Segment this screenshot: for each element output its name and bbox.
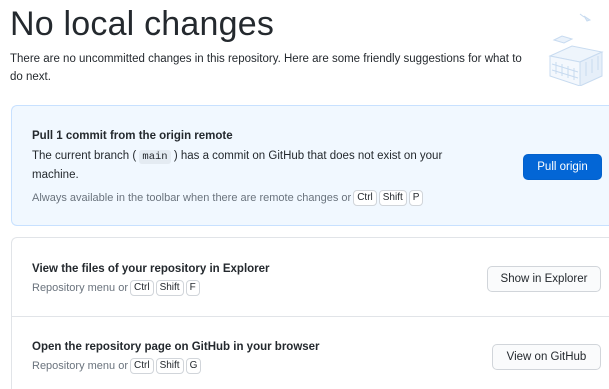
kbd-g: G (185, 358, 202, 374)
explorer-suggestion-row: View the files of your repository in Exp… (12, 238, 609, 317)
branch-name: main (139, 150, 171, 164)
pull-title: Pull 1 commit from the origin remote (32, 130, 233, 142)
kbd-p: P (408, 190, 424, 206)
blank-slate-illustration-icon (548, 13, 604, 86)
pull-origin-button[interactable]: Pull origin (523, 154, 602, 180)
github-shortcut-hint: Repository menu or Ctrl Shift G (32, 358, 202, 374)
explorer-shortcut-hint: Repository menu or Ctrl Shift F (32, 280, 200, 296)
show-in-explorer-button[interactable]: Show in Explorer (487, 266, 601, 292)
pull-suggestion-card: Pull 1 commit from the origin remote The… (11, 105, 609, 226)
suggestions-card: View the files of your repository in Exp… (11, 237, 609, 389)
explorer-hint-text: Repository menu or (32, 282, 128, 294)
kbd-shift: Shift (378, 190, 407, 206)
view-on-github-button[interactable]: View on GitHub (492, 344, 601, 370)
kbd-shift: Shift (155, 280, 184, 296)
github-title: Open the repository page on GitHub in yo… (32, 341, 320, 353)
pull-shortcut-hint: Always available in the toolbar when the… (32, 190, 424, 206)
github-suggestion-row: Open the repository page on GitHub in yo… (12, 316, 609, 389)
kbd-ctrl: Ctrl (130, 280, 154, 296)
kbd-shift: Shift (155, 358, 184, 374)
kbd-ctrl: Ctrl (353, 190, 377, 206)
github-hint-text: Repository menu or (32, 360, 128, 372)
explorer-title: View the files of your repository in Exp… (32, 263, 270, 275)
pull-hint-text: Always available in the toolbar when the… (32, 192, 352, 204)
kbd-f: F (185, 280, 200, 296)
kbd-ctrl: Ctrl (130, 358, 154, 374)
page-subtitle: There are no uncommitted changes in this… (10, 53, 522, 83)
page-title: No local changes (10, 5, 275, 43)
pull-description: The current branch ( main ) has a commit… (32, 147, 492, 184)
pull-desc-before: The current branch ( (32, 150, 137, 162)
no-local-changes-view: No local changes There are no uncommitte… (0, 0, 609, 389)
